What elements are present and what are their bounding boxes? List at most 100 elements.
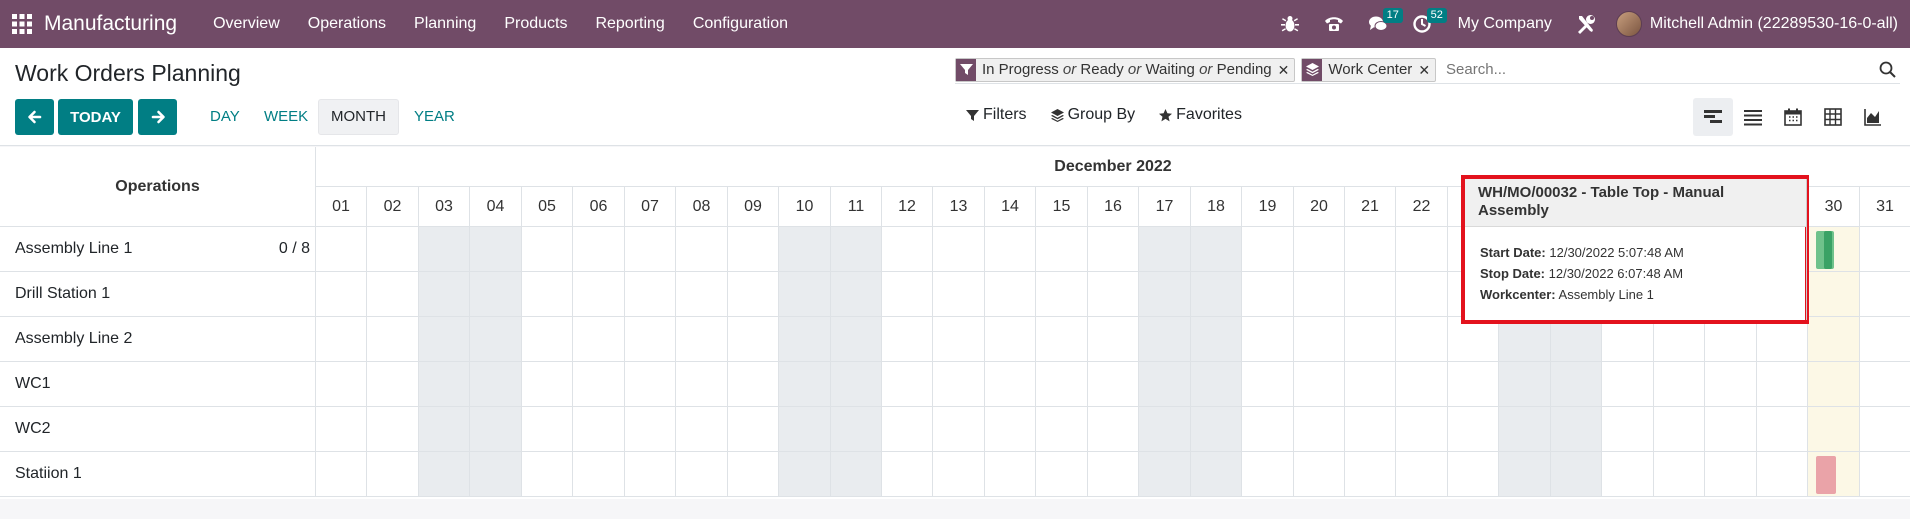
filters-dropdown[interactable]: Filters [966, 106, 1027, 124]
day-header-04: 04 [470, 187, 522, 227]
list-icon [1744, 110, 1762, 126]
row-header-label: Statiion 1 [15, 465, 82, 482]
bug-icon[interactable] [1268, 0, 1312, 48]
gantt-icon [1704, 110, 1722, 123]
row-header[interactable]: Assembly Line 2 [0, 317, 316, 362]
apps-menu-icon[interactable] [4, 0, 40, 48]
menu-overview[interactable]: Overview [199, 0, 294, 48]
day-header-13: 13 [933, 187, 985, 227]
scale-day[interactable]: DAY [198, 99, 252, 135]
search-input[interactable] [1442, 61, 1874, 78]
layers-icon [1050, 108, 1064, 122]
phone-icon[interactable] [1312, 0, 1356, 48]
calendar-view-button[interactable] [1773, 98, 1813, 136]
top-navbar: Manufacturing Overview Operations Planni… [0, 0, 1910, 48]
gantt-view-button[interactable] [1693, 98, 1733, 136]
graph-view-button[interactable] [1853, 98, 1893, 136]
day-header-14: 14 [985, 187, 1036, 227]
search-options: Filters Group By Favorites [966, 106, 1266, 124]
app-name[interactable]: Manufacturing [44, 12, 177, 36]
user-menu[interactable]: Mitchell Admin (22289530-16-0-all) [1615, 11, 1898, 37]
row-header-label: WC2 [15, 420, 51, 437]
previous-button[interactable] [15, 99, 54, 135]
user-avatar [1615, 11, 1642, 37]
day-header-16: 16 [1088, 187, 1139, 227]
filter-facet[interactable]: In Progress or Ready or Waiting or Pendi… [955, 57, 1296, 82]
gantt-row-line [316, 407, 1910, 452]
row-header-label: Assembly Line 1 [15, 240, 133, 257]
popover-workcenter: Workcenter: Assembly Line 1 [1480, 287, 1654, 302]
row-header-label: Assembly Line 2 [15, 330, 133, 347]
day-header-11: 11 [831, 187, 882, 227]
day-header-20: 20 [1294, 187, 1345, 227]
menu-planning[interactable]: Planning [400, 0, 490, 48]
groupby-facet[interactable]: Work Center ✕ [1301, 57, 1437, 82]
layers-icon [1302, 58, 1323, 81]
scale-month[interactable]: MONTH [318, 99, 399, 135]
day-header-17: 17 [1139, 187, 1191, 227]
day-header-18: 18 [1191, 187, 1242, 227]
popover-stop-date: Stop Date: 12/30/2022 6:07:48 AM [1480, 266, 1684, 281]
control-panel: Work Orders Planning TODAY DAY WEEK MONT… [0, 48, 1910, 146]
menu-configuration[interactable]: Configuration [679, 0, 802, 48]
bottom-strip [0, 499, 1910, 519]
next-button[interactable] [138, 99, 177, 135]
menu-products[interactable]: Products [490, 0, 581, 48]
day-header-15: 15 [1036, 187, 1088, 227]
systray: 17 52 My Company Mitchell Admin (2228953… [1268, 0, 1910, 48]
work-order-popover: WH/MO/00032 - Table Top - Manual Assembl… [1461, 175, 1809, 324]
work-order-pill-assembly-line-1-b[interactable] [1824, 231, 1832, 269]
menu-reporting[interactable]: Reporting [581, 0, 678, 48]
activity-counter-badge: 52 [1426, 8, 1447, 23]
pivot-view-button[interactable] [1813, 98, 1853, 136]
menu-operations[interactable]: Operations [294, 0, 400, 48]
gantt-row-line [316, 452, 1910, 497]
row-header[interactable]: WC2 [0, 407, 316, 452]
day-header-12: 12 [882, 187, 933, 227]
remove-groupby-facet-button[interactable]: ✕ [1418, 59, 1435, 81]
star-icon [1159, 108, 1173, 121]
row-header[interactable]: Drill Station 1 [0, 272, 316, 317]
filter-icon [956, 58, 976, 81]
remove-filter-facet-button[interactable]: ✕ [1278, 59, 1295, 81]
filters-label: Filters [983, 106, 1027, 123]
search-icon[interactable] [1874, 61, 1900, 78]
scale-week[interactable]: WEEK [252, 99, 320, 135]
popover-body: Start Date: 12/30/2022 5:07:48 AM Stop D… [1465, 227, 1806, 305]
user-name: Mitchell Admin (22289530-16-0-all) [1649, 15, 1898, 32]
day-header-05: 05 [522, 187, 573, 227]
day-header-09: 09 [728, 187, 779, 227]
debug-tools-icon[interactable] [1568, 13, 1604, 35]
day-header-07: 07 [625, 187, 676, 227]
day-header-03: 03 [419, 187, 470, 227]
day-header-02: 02 [367, 187, 419, 227]
day-header-31: 31 [1860, 187, 1910, 227]
favorites-label: Favorites [1176, 106, 1242, 123]
groupby-facet-text: Work Center [1328, 60, 1413, 78]
day-header-01: 01 [316, 187, 367, 227]
company-switcher[interactable]: My Company [1444, 15, 1568, 33]
day-header-19: 19 [1242, 187, 1294, 227]
gantt-row-line [316, 362, 1910, 407]
work-order-pill-statiion-1[interactable] [1816, 456, 1836, 494]
row-header[interactable]: WC1 [0, 362, 316, 407]
pivot-table-icon [1824, 108, 1842, 126]
main-menu: Overview Operations Planning Products Re… [199, 0, 802, 48]
chat-icon[interactable]: 17 [1356, 0, 1403, 48]
activity-clock-icon[interactable]: 52 [1400, 0, 1447, 48]
row-progress-count: 0 / 8 [278, 240, 310, 257]
search-bar: In Progress or Ready or Waiting or Pendi… [955, 56, 1900, 84]
scale-year[interactable]: YEAR [402, 99, 467, 135]
today-button[interactable]: TODAY [58, 99, 133, 135]
list-view-button[interactable] [1733, 98, 1773, 136]
day-header-21: 21 [1345, 187, 1396, 227]
favorites-dropdown[interactable]: Favorites [1159, 106, 1242, 124]
group-by-dropdown[interactable]: Group By [1050, 106, 1135, 124]
page-title: Work Orders Planning [15, 60, 241, 86]
row-header-label: Drill Station 1 [15, 285, 111, 302]
day-header-10: 10 [779, 187, 831, 227]
row-header[interactable]: Assembly Line 1 0 / 8 [0, 227, 316, 272]
day-header-22: 22 [1396, 187, 1448, 227]
row-header[interactable]: Statiion 1 [0, 452, 316, 497]
view-switcher [1693, 98, 1893, 136]
